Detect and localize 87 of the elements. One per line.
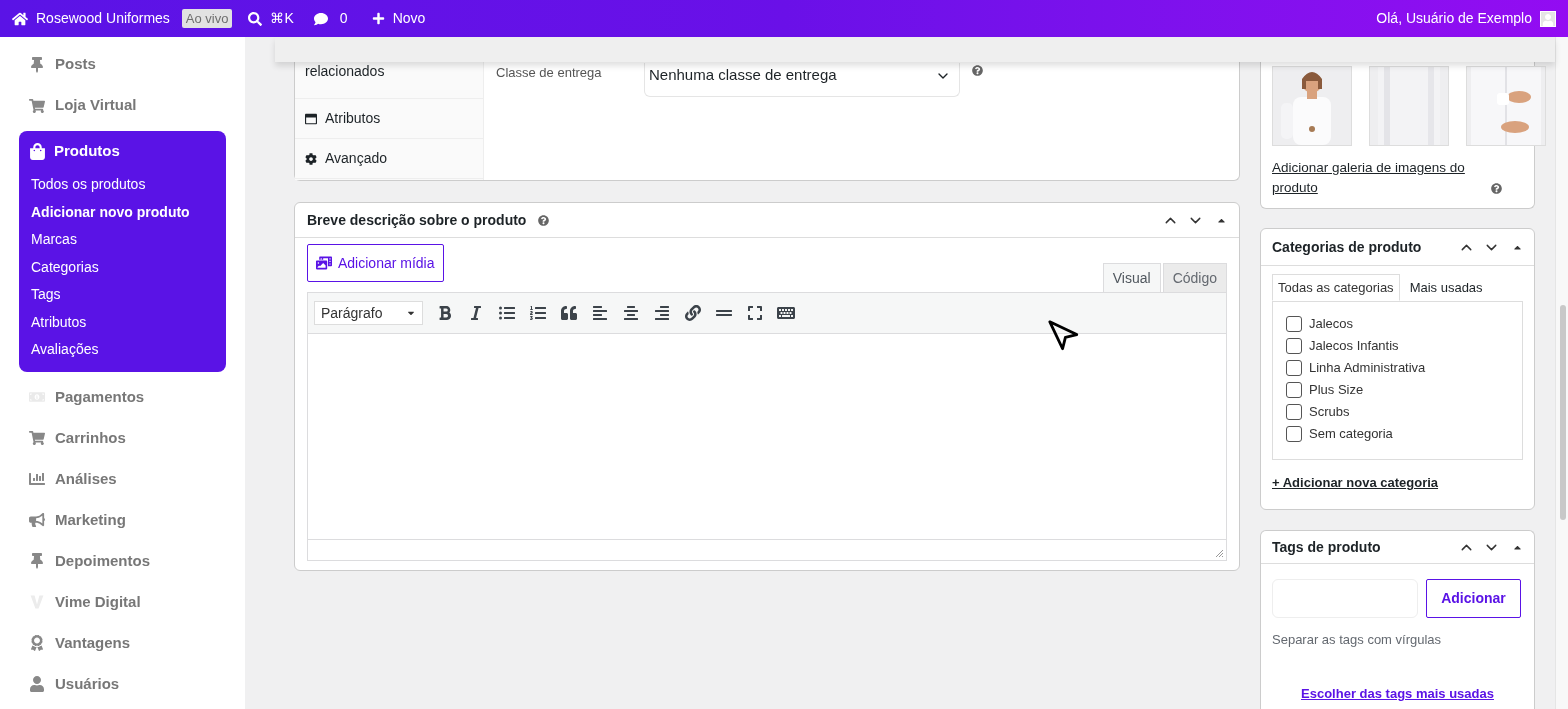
checkbox[interactable] bbox=[1286, 360, 1302, 376]
sidebar-item[interactable]: Marketing bbox=[0, 499, 245, 541]
link-icon[interactable] bbox=[684, 305, 702, 321]
category-tab[interactable]: Todas as categorias bbox=[1272, 274, 1400, 301]
panel-title: Categorias de produto bbox=[1272, 237, 1422, 257]
help-icon[interactable] bbox=[972, 65, 983, 76]
quote-icon[interactable] bbox=[560, 305, 578, 321]
checkbox[interactable] bbox=[1286, 404, 1302, 420]
resize-grip-icon[interactable] bbox=[1215, 549, 1224, 558]
cart-icon bbox=[29, 97, 45, 114]
submenu-item[interactable]: Categorias bbox=[19, 253, 226, 281]
format-select[interactable]: Parágrafo bbox=[314, 301, 423, 325]
align-left-icon[interactable] bbox=[591, 305, 609, 321]
category-tab[interactable]: Mais usadas bbox=[1399, 274, 1493, 301]
site-name[interactable]: Rosewood Uniformes bbox=[36, 8, 170, 29]
checkbox[interactable] bbox=[1286, 316, 1302, 332]
sidebar-item[interactable]: Loja Virtual bbox=[0, 85, 245, 126]
new-link[interactable]: Novo bbox=[392, 8, 426, 29]
add-gallery-link[interactable]: Adicionar galeria de imagens do produto bbox=[1272, 158, 1487, 198]
submenu-item[interactable]: Tags bbox=[19, 281, 226, 309]
field-label: Classe de entrega bbox=[496, 64, 603, 82]
megaphone-icon bbox=[29, 512, 45, 528]
submenu-item[interactable]: Marcas bbox=[19, 226, 226, 254]
checkbox[interactable] bbox=[1286, 338, 1302, 354]
sidebar-item[interactable]: Vime Digital bbox=[0, 581, 245, 623]
avatar-icon[interactable] bbox=[1540, 10, 1556, 27]
cart-icon bbox=[29, 430, 45, 446]
help-icon[interactable] bbox=[538, 214, 550, 226]
numbered-list-icon[interactable] bbox=[529, 305, 547, 321]
sidebar-item[interactable]: Usuários bbox=[0, 663, 245, 705]
sidebar-item[interactable]: Análises bbox=[0, 458, 245, 500]
category-label[interactable]: Jalecos Infantis bbox=[1309, 336, 1399, 356]
sidebar-item[interactable]: Produtos bbox=[54, 139, 120, 163]
cursor-arrow-icon bbox=[1047, 319, 1081, 353]
tags-hint: Separar as tags com vírgulas bbox=[1271, 631, 1443, 649]
panel-title: Tags de produto bbox=[1272, 537, 1381, 557]
add-tag-button[interactable]: Adicionar bbox=[1426, 579, 1521, 618]
editor-tab[interactable]: Visual bbox=[1102, 263, 1161, 292]
add-media-button[interactable]: Adicionar mídia bbox=[307, 244, 444, 282]
panel-title: Breve descrição sobre o produto bbox=[307, 210, 527, 230]
home-icon[interactable] bbox=[12, 10, 28, 27]
submenu-item[interactable]: Avaliações bbox=[19, 336, 226, 364]
plus-icon[interactable] bbox=[371, 12, 385, 25]
greeting[interactable]: Olá, Usuário de Exemplo bbox=[1376, 8, 1532, 29]
editor-tab[interactable]: Código bbox=[1162, 263, 1227, 292]
user-icon bbox=[29, 676, 45, 692]
sidebar-item[interactable]: Carrinhos bbox=[0, 417, 245, 459]
category-label[interactable]: Sem categoria bbox=[1309, 424, 1393, 444]
submenu-item[interactable]: Adicionar novo produto bbox=[19, 198, 226, 226]
product-data-tab[interactable]: Avançado bbox=[295, 139, 483, 179]
product-data-tab[interactable]: Atributos bbox=[295, 99, 483, 139]
sidebar-item[interactable]: Depoimentos bbox=[0, 540, 245, 582]
search-shortcut[interactable]: ⌘K bbox=[270, 8, 294, 29]
gear-icon bbox=[305, 152, 317, 165]
add-category-link[interactable]: + Adicionar nova categoria bbox=[1272, 475, 1439, 490]
bullet-list-icon[interactable] bbox=[498, 305, 516, 321]
comment-count[interactable]: 0 bbox=[339, 8, 348, 29]
sidebar-item[interactable]: Posts bbox=[0, 44, 245, 85]
sidebar-item[interactable]: Vantagens bbox=[0, 622, 245, 664]
shipping-class-select[interactable]: Nenhuma classe de entrega bbox=[644, 63, 960, 97]
pin-icon bbox=[29, 553, 45, 569]
live-badge: Ao vivo bbox=[181, 8, 233, 29]
bar-chart-icon bbox=[29, 471, 45, 487]
category-label[interactable]: Jalecos bbox=[1309, 314, 1354, 334]
search-icon[interactable] bbox=[248, 11, 263, 26]
category-label[interactable]: Plus Size bbox=[1309, 380, 1364, 400]
keyboard-icon[interactable] bbox=[777, 305, 795, 321]
product-data-tab[interactable]: relacionados bbox=[295, 59, 483, 99]
checkbox[interactable] bbox=[1286, 382, 1302, 398]
align-right-icon[interactable] bbox=[653, 305, 671, 321]
comment-icon[interactable] bbox=[313, 11, 328, 26]
submenu-item[interactable]: Atributos bbox=[19, 308, 226, 336]
award-icon bbox=[29, 635, 45, 651]
pin-icon bbox=[29, 56, 45, 73]
sidebar-item[interactable]: Pagamentos bbox=[0, 376, 245, 418]
align-center-icon[interactable] bbox=[622, 305, 640, 321]
popular-tags-link[interactable]: Escolher das tags mais usadas bbox=[1301, 685, 1494, 701]
fullscreen-icon[interactable] bbox=[746, 305, 764, 321]
media-icon bbox=[316, 255, 332, 271]
category-label[interactable]: Scrubs bbox=[1309, 402, 1350, 422]
scrollbar-thumb[interactable] bbox=[1560, 305, 1566, 520]
submenu-item[interactable]: Todos os produtos bbox=[19, 171, 226, 199]
checkbox[interactable] bbox=[1286, 426, 1302, 442]
bag-icon bbox=[29, 142, 46, 160]
category-label[interactable]: Linha Administrativa bbox=[1309, 358, 1426, 378]
help-icon[interactable] bbox=[1491, 183, 1502, 194]
table-icon bbox=[305, 112, 317, 125]
